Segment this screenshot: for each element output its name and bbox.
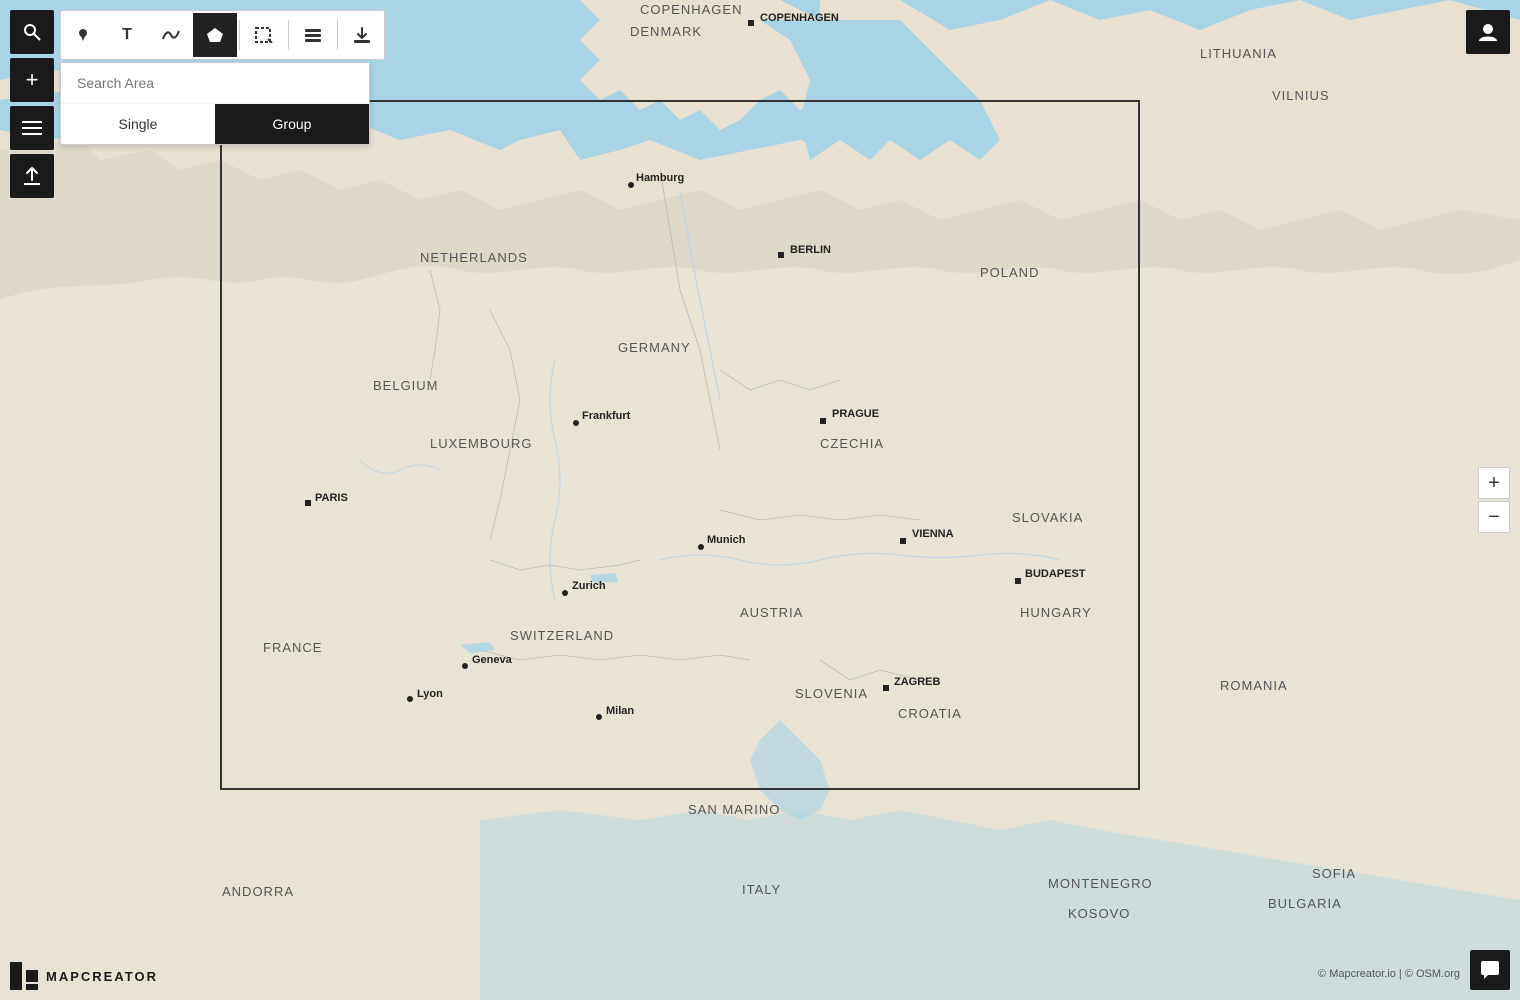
zoom-controls: + −	[1478, 467, 1510, 533]
city-label: Zurich	[572, 580, 606, 592]
city-marker	[562, 590, 568, 596]
group-toggle-button[interactable]: Group	[215, 104, 369, 144]
city-label: BERLIN	[790, 244, 831, 256]
chat-button[interactable]	[1470, 950, 1510, 990]
upload-button[interactable]	[10, 154, 54, 198]
city-marker	[820, 418, 826, 424]
city-marker	[883, 685, 889, 691]
logo: MAPCREATOR	[10, 962, 158, 990]
city-label: Munich	[707, 534, 746, 546]
city-label: Frankfurt	[582, 410, 630, 422]
zoom-in-button[interactable]: +	[1478, 467, 1510, 499]
city-label: PRAGUE	[832, 408, 879, 420]
copyright-text: © Mapcreator.io | © OSM.org	[1318, 968, 1460, 980]
city-marker	[407, 696, 413, 702]
menu-button[interactable]	[10, 106, 54, 150]
toolbar-divider-2	[288, 20, 289, 50]
user-icon[interactable]	[1466, 10, 1510, 54]
city-label: Lyon	[417, 688, 443, 700]
export-tool[interactable]	[340, 13, 384, 57]
draw-toolbar: T	[60, 10, 385, 60]
polygon-tool[interactable]	[193, 13, 237, 57]
single-toggle-button[interactable]: Single	[61, 104, 215, 144]
city-label: COPENHAGEN	[760, 12, 839, 24]
point-tool[interactable]	[61, 13, 105, 57]
city-label: Hamburg	[636, 172, 684, 184]
city-marker	[462, 663, 468, 669]
city-label: PARIS	[315, 492, 348, 504]
city-marker	[698, 544, 704, 550]
city-label: BUDAPEST	[1025, 568, 1086, 580]
toolbar-divider	[239, 20, 240, 50]
logo-icon	[10, 962, 38, 990]
search-area-input[interactable]	[61, 63, 369, 103]
layers-tool[interactable]	[291, 13, 335, 57]
city-marker	[628, 182, 634, 188]
city-marker	[305, 500, 311, 506]
search-button[interactable]	[10, 10, 54, 54]
line-tool[interactable]	[149, 13, 193, 57]
zoom-out-button[interactable]: −	[1478, 501, 1510, 533]
city-label: VIENNA	[912, 528, 954, 540]
city-marker	[596, 714, 602, 720]
city-label: Milan	[606, 705, 634, 717]
logo-text: MAPCREATOR	[46, 969, 158, 984]
text-tool[interactable]: T	[105, 13, 149, 57]
city-label: ZAGREB	[894, 676, 940, 688]
toolbar-divider-3	[337, 20, 338, 50]
city-label: Geneva	[472, 654, 512, 666]
map-container[interactable]: COPENHAGEN Hamburg BERLIN Frankfurt PRAG…	[0, 0, 1520, 1000]
city-marker	[573, 420, 579, 426]
city-marker	[748, 20, 754, 26]
left-toolbar: +	[10, 10, 54, 198]
city-marker	[1015, 578, 1021, 584]
selection-tool[interactable]	[242, 13, 286, 57]
add-button[interactable]: +	[10, 58, 54, 102]
search-dropdown: Single Group	[60, 62, 370, 145]
single-group-toggle: Single Group	[61, 103, 369, 144]
city-marker	[900, 538, 906, 544]
city-marker	[778, 252, 784, 258]
